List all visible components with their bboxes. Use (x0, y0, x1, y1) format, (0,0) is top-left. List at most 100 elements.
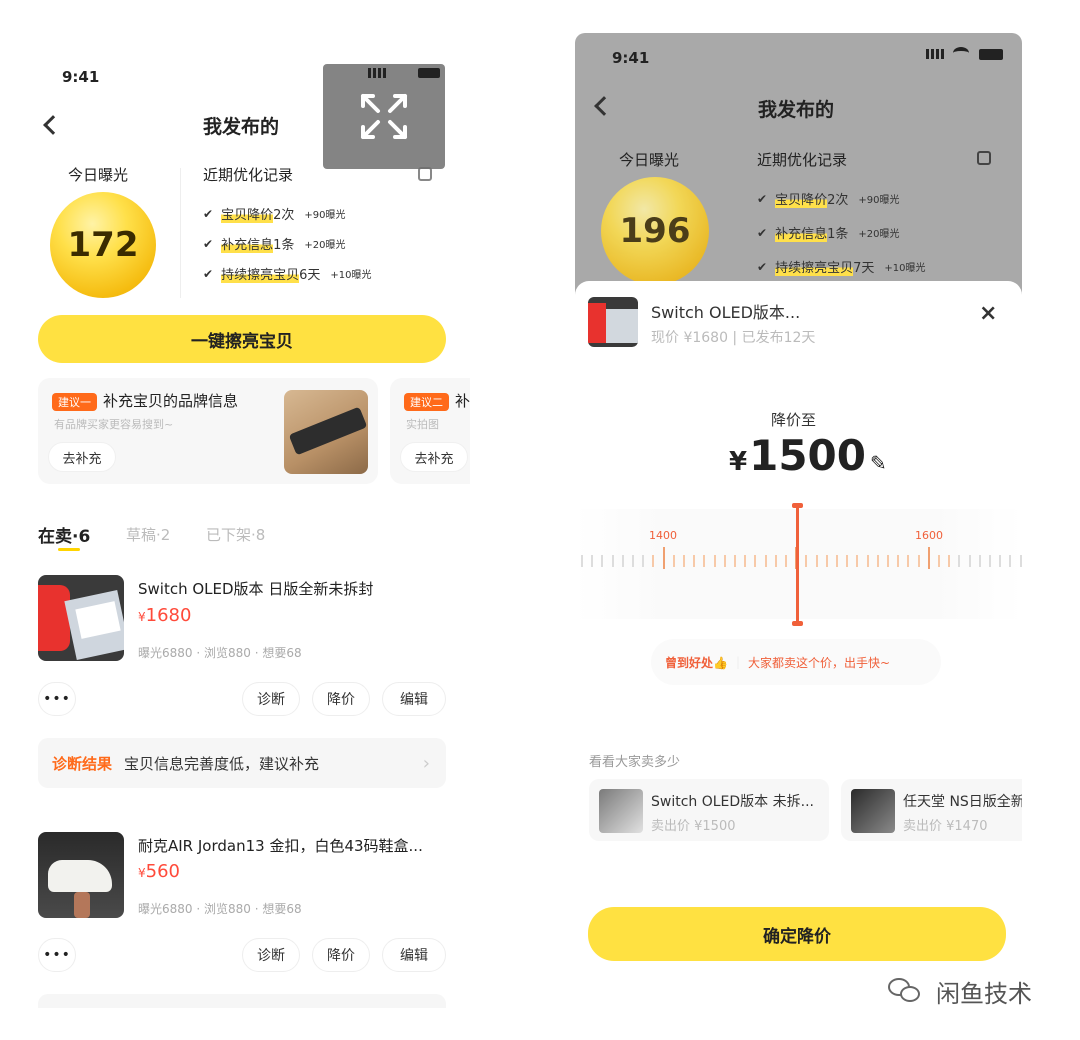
record-row: ✔ 宝贝降价 2次 +90曝光 (203, 204, 345, 223)
more-button[interactable]: ••• (38, 938, 76, 972)
compare-thumbnail (851, 789, 895, 833)
item-title[interactable]: 耐克AIR Jordan13 金扣，白色43码鞋盒... (138, 835, 423, 856)
diagnosis-bar[interactable]: 诊断结果 宝贝信息完善度低，建议补充 › (38, 738, 446, 788)
ruler-tick (897, 555, 900, 567)
more-button[interactable]: ••• (38, 682, 76, 716)
ruler-pointer[interactable] (796, 504, 799, 624)
ruler-tick (938, 555, 940, 567)
ruler-label-1400: 1400 (649, 529, 677, 542)
suggestion-action-button[interactable]: 去补充 (48, 442, 116, 472)
reduce-price-button[interactable]: 降价 (312, 938, 370, 972)
ruler-tick (989, 555, 991, 567)
ruler-label-1600: 1600 (915, 529, 943, 542)
record-row: ✔ 宝贝降价 2次 +90曝光 (757, 189, 899, 208)
ruler-tick (866, 555, 869, 567)
exposure-label: 今日曝光 (68, 166, 129, 184)
ruler-tick (948, 555, 951, 567)
edit-button[interactable]: 编辑 (382, 938, 446, 972)
left-phone: 9:41 我发布的 今日曝光 172 近期优化记录 ✔ 宝贝降价 2次 +90曝光 ✔… (20, 40, 470, 1020)
back-icon[interactable] (43, 115, 63, 135)
ruler-tick (836, 555, 838, 567)
compare-card[interactable]: 任天堂 NS日版全新 卖出价 ¥1470 (841, 779, 1022, 841)
tab-selling[interactable]: 在卖·6 (38, 522, 90, 547)
suggestion-desc: 有品牌买家更容易搜到~ (54, 418, 174, 431)
ruler-tick (785, 555, 787, 567)
item-price: ¥1680 (138, 605, 192, 626)
ruler-pointer-cap (792, 621, 803, 626)
close-icon[interactable]: × (979, 301, 997, 326)
expand-icon (361, 94, 407, 139)
compare-thumbnail (599, 789, 643, 833)
ruler-tick (774, 555, 777, 567)
price-hint: 曾到好处👍 | 大家都卖这个价，出手快~ (651, 639, 941, 685)
page-title: 我发布的 (203, 116, 280, 138)
ruler-tick (958, 555, 961, 567)
compare-title: 看看大家卖多少 (589, 755, 681, 770)
diagnosis-label: 诊断结果 (52, 754, 113, 773)
polish-all-button[interactable]: 一键擦亮宝贝 (38, 315, 446, 363)
battery-icon (418, 68, 440, 78)
ruler-tick (999, 555, 1002, 567)
expand-overlay[interactable] (323, 64, 445, 169)
suggestion-card[interactable]: 建议一 补充宝贝的品牌信息 有品牌买家更容易搜到~ 去补充 (38, 378, 378, 484)
compare-price: 卖出价 ¥1470 (903, 819, 988, 834)
ruler-pointer-cap (792, 503, 803, 508)
history-icon[interactable] (977, 151, 991, 165)
item-stats: 曝光6880 · 浏览880 · 想要68 (138, 646, 302, 660)
wifi-icon (953, 47, 969, 59)
suggestion-action-button[interactable]: 去补充 (400, 442, 468, 472)
record-row: ✔ 持续擦亮宝贝 7天 +10曝光 (757, 257, 925, 276)
confirm-reduce-button[interactable]: 确定降价 (588, 907, 1006, 961)
ruler-tick (846, 555, 849, 567)
ruler-tick (611, 555, 614, 567)
history-icon[interactable] (418, 167, 432, 181)
item-price: ¥560 (138, 861, 180, 882)
ruler-tick (876, 555, 879, 567)
ruler-tick (621, 555, 624, 567)
reduce-price-button[interactable]: 降价 (312, 682, 370, 716)
diagnose-button[interactable]: 诊断 (242, 682, 300, 716)
suggestion-card[interactable]: 建议二补 实拍图 去补充 (390, 378, 470, 484)
exposure-value: 172 (50, 192, 156, 298)
ruler-tick (693, 555, 696, 567)
ruler-tick (978, 555, 981, 567)
check-icon: ✔ (203, 266, 214, 281)
watermark: 闲鱼技术 (936, 980, 1032, 1008)
signal-icon (368, 68, 386, 78)
sheet-item-thumbnail (588, 297, 638, 347)
item-thumbnail[interactable] (38, 575, 124, 661)
ruler-tick (1009, 555, 1012, 567)
check-icon: ✔ (757, 225, 768, 240)
ruler-tick (887, 555, 889, 567)
check-icon: ✔ (757, 191, 768, 206)
suggestion-tag: 建议一 (52, 393, 97, 411)
exposure-value: 196 (601, 177, 709, 285)
signal-icon (926, 49, 944, 59)
diagnose-button[interactable]: 诊断 (242, 938, 300, 972)
compare-title: 任天堂 NS日版全新 (903, 794, 1022, 810)
check-icon: ✔ (203, 236, 214, 251)
edit-pen-icon[interactable]: ✎ (870, 451, 887, 475)
ruler-tick (825, 555, 828, 567)
ruler-tick (652, 555, 655, 567)
item-thumbnail[interactable] (38, 832, 124, 918)
price-sheet: Switch OLED版本... 现价 ¥1680 | 已发布12天 × 降价至… (575, 281, 1022, 1020)
ruler-tick (662, 547, 665, 569)
ruler-tick (968, 555, 971, 567)
tab-indicator (58, 548, 80, 551)
price-ruler[interactable]: 1400 1600 (575, 503, 1022, 626)
record-row: ✔ 持续擦亮宝贝 6天 +10曝光 (203, 264, 371, 283)
tab-removed[interactable]: 已下架·8 (206, 524, 265, 545)
edit-button[interactable]: 编辑 (382, 682, 446, 716)
divider (180, 168, 181, 298)
item-title[interactable]: Switch OLED版本 日版全新未拆封 (138, 578, 373, 599)
sheet-item-sub: 现价 ¥1680 | 已发布12天 (651, 330, 816, 346)
compare-card[interactable]: Switch OLED版本 未拆... 卖出价 ¥1500 (589, 779, 829, 841)
suggestion-tag: 建议二 (404, 393, 449, 411)
diagnosis-bar-partial (38, 994, 446, 1008)
page-title: 我发布的 (758, 99, 835, 121)
compare-price: 卖出价 ¥1500 (651, 819, 736, 834)
tab-drafts[interactable]: 草稿·2 (126, 524, 170, 545)
ruler-tick (1019, 555, 1022, 567)
ruler-tick (591, 555, 594, 567)
